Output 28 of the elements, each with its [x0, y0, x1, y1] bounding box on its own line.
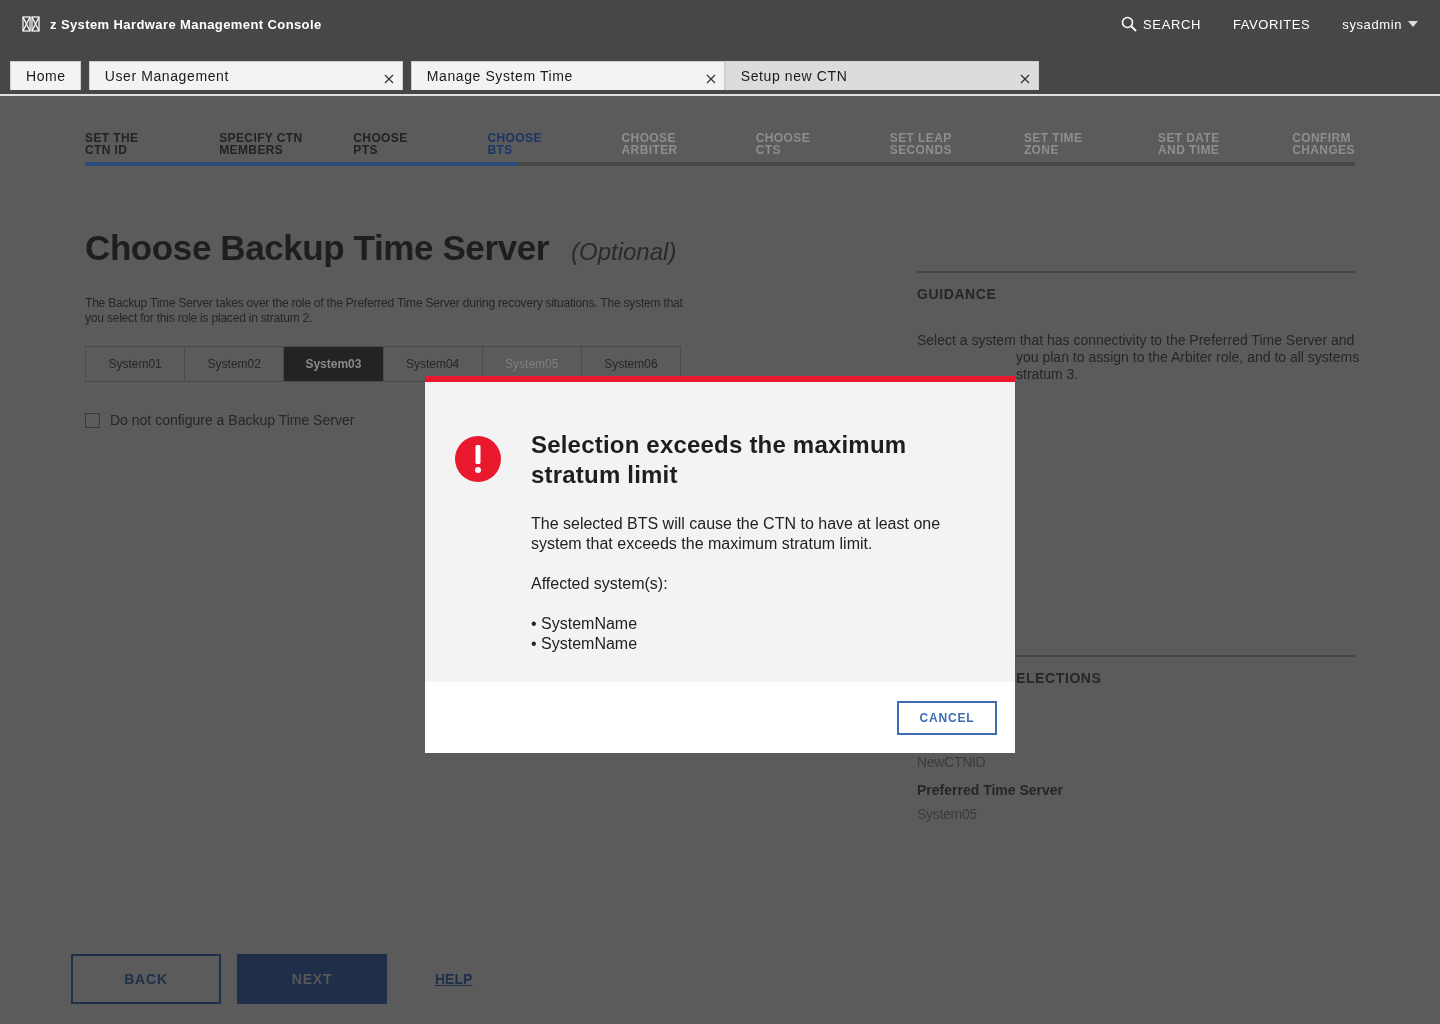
logo-icon — [22, 16, 40, 32]
search-link[interactable]: SEARCH — [1121, 16, 1201, 32]
affected-system: • SystemName — [531, 634, 639, 654]
dialog-title: Selection exceeds the maximum stratum limit — [531, 430, 908, 490]
step-label[interactable]: CHOOSE BTS — [487, 132, 542, 156]
affected-label: Affected system(s): — [531, 574, 669, 594]
checkbox[interactable] — [85, 412, 100, 428]
affected-system: • SystemName — [531, 614, 639, 634]
page-title: Choose Backup Time Server — [85, 228, 549, 268]
next-button[interactable]: NEXT — [237, 954, 387, 1004]
favorites-link[interactable]: FAVORITES — [1232, 16, 1311, 32]
back-button[interactable]: BACK — [71, 954, 221, 1004]
step-label[interactable]: SPECIFY CTN MEMBERS — [219, 132, 303, 156]
dialog-message: The selected BTS will cause the CTN to have at least one system that exceeds the maximum stratum limit. — [531, 514, 942, 554]
caret-icon — [1408, 21, 1418, 27]
step-label[interactable]: CHOOSE PTS — [353, 132, 408, 156]
tab[interactable]: User Management — [88, 61, 403, 90]
cancel-button[interactable]: CANCEL — [897, 700, 997, 735]
help-link[interactable]: HELP — [435, 971, 473, 987]
step-label[interactable]: SET THE CTN ID — [85, 132, 139, 156]
search-icon — [1121, 16, 1138, 32]
tab[interactable]: Manage System Time — [410, 61, 725, 90]
system-option[interactable]: System03 — [284, 347, 384, 381]
app-title: z System Hardware Management Console — [50, 16, 322, 32]
error-icon — [455, 436, 501, 482]
tab[interactable]: Setup new CTN — [724, 61, 1039, 90]
tab[interactable]: Home — [10, 61, 81, 90]
user-menu[interactable]: sysadmin — [1342, 16, 1418, 32]
